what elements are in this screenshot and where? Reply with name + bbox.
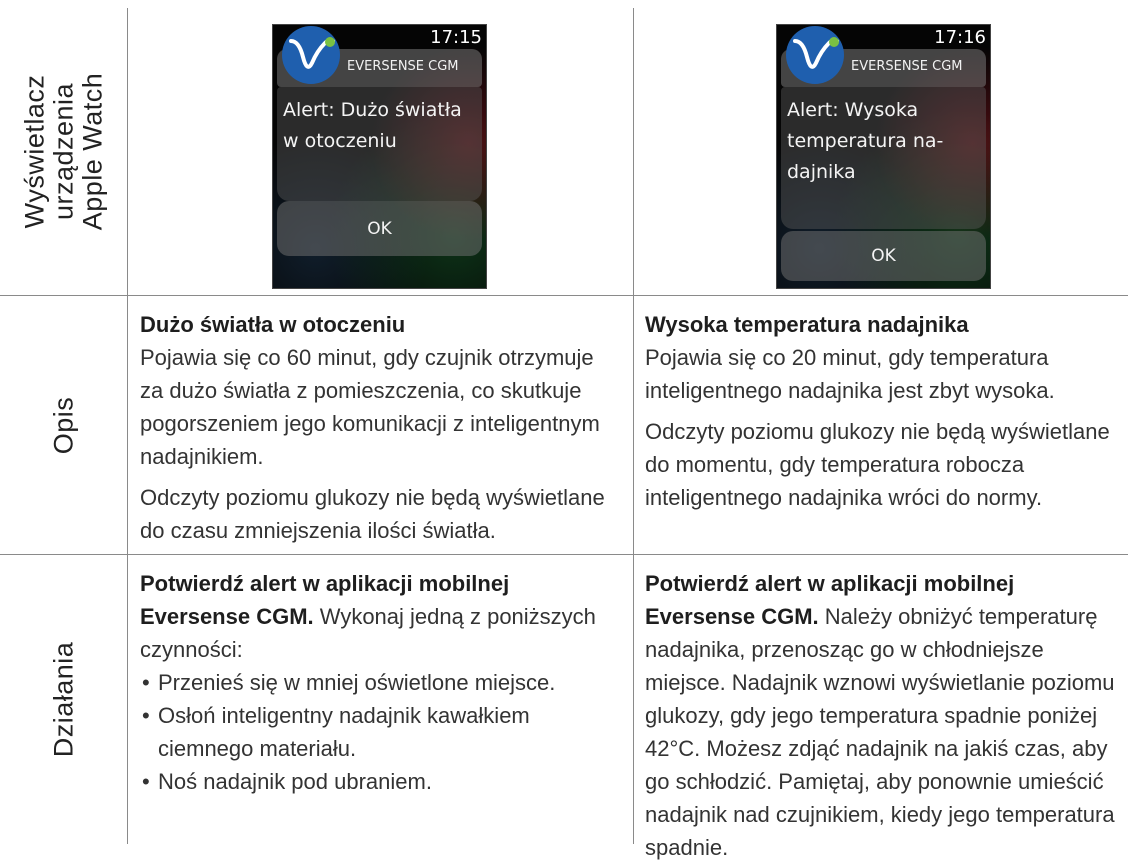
description-paragraph: Pojawia się co 20 minut, gdy temperatura… <box>645 345 1055 403</box>
actions-cell-right: Potwierdź alert w aplikacji mobilnej Eve… <box>645 567 1120 864</box>
actions-lead: Potwierdź alert w aplikacji mobilnej Eve… <box>645 567 1120 864</box>
row-label-description: Opis <box>48 396 79 454</box>
watch-time: 17:16 <box>934 27 986 48</box>
ok-button[interactable]: OK <box>277 201 482 256</box>
eversense-logo-icon <box>786 26 844 84</box>
description-title: Wysoka temperatura nadajnika <box>645 312 969 337</box>
list-item: Przenieś się w mniej oświetlone miejsce. <box>140 666 610 699</box>
description-paragraph: Odczyty poziomu glukozy nie będą wyświet… <box>645 419 1110 510</box>
actions-list: Przenieś się w mniej oświetlone miejsce.… <box>140 666 610 798</box>
alert-text: Alert: Dużo światła w otoczeniu <box>283 99 462 152</box>
description-cell-right: Wysoka temperatura nadajnika Pojawia się… <box>645 308 1115 514</box>
row-divider-1 <box>0 295 1128 296</box>
apple-watch-screen-left: 17:15 EVERSENSE CGM Alert: Dużo światła … <box>272 24 487 289</box>
description-cell-left: Dużo światła w otoczeniu Pojawia się co … <box>140 308 620 547</box>
description-paragraph: Odczyty poziomu glukozy nie będą wyświet… <box>140 485 605 543</box>
row-label-display: Wyświetlacz urządzenia Apple Watch <box>19 72 108 231</box>
list-item: Noś nadajnik pod ubraniem. <box>140 765 610 798</box>
app-name: EVERSENSE CGM <box>851 59 963 74</box>
actions-cell-left: Potwierdź alert w aplikacji mobilnej Eve… <box>140 567 610 798</box>
eversense-logo-icon <box>282 26 340 84</box>
ok-button[interactable]: OK <box>781 231 986 281</box>
actions-lead-text: Należy obniżyć temperaturę nadajnika, pr… <box>645 604 1115 860</box>
description-paragraph: Pojawia się co 60 minut, gdy czujnik otr… <box>140 345 600 469</box>
row-divider-2 <box>0 554 1128 555</box>
watch-time: 17:15 <box>430 27 482 48</box>
alert-card: Alert: Dużo światła w otoczeniu <box>277 87 482 201</box>
alert-text: Alert: Wysoka temperatura na-dajnika <box>787 99 944 183</box>
actions-lead: Potwierdź alert w aplikacji mobilnej Eve… <box>140 567 610 666</box>
description-title: Dużo światła w otoczeniu <box>140 312 406 337</box>
apple-watch-screen-right: 17:16 EVERSENSE CGM Alert: Wysoka temper… <box>776 24 991 289</box>
row-label-actions: Działania <box>48 641 79 758</box>
column-divider-middle <box>633 8 634 844</box>
app-name: EVERSENSE CGM <box>347 59 459 74</box>
list-item: Osłoń inteligentny nadajnik kawałkiem ci… <box>140 699 610 765</box>
alert-card: Alert: Wysoka temperatura na-dajnika <box>781 87 986 229</box>
